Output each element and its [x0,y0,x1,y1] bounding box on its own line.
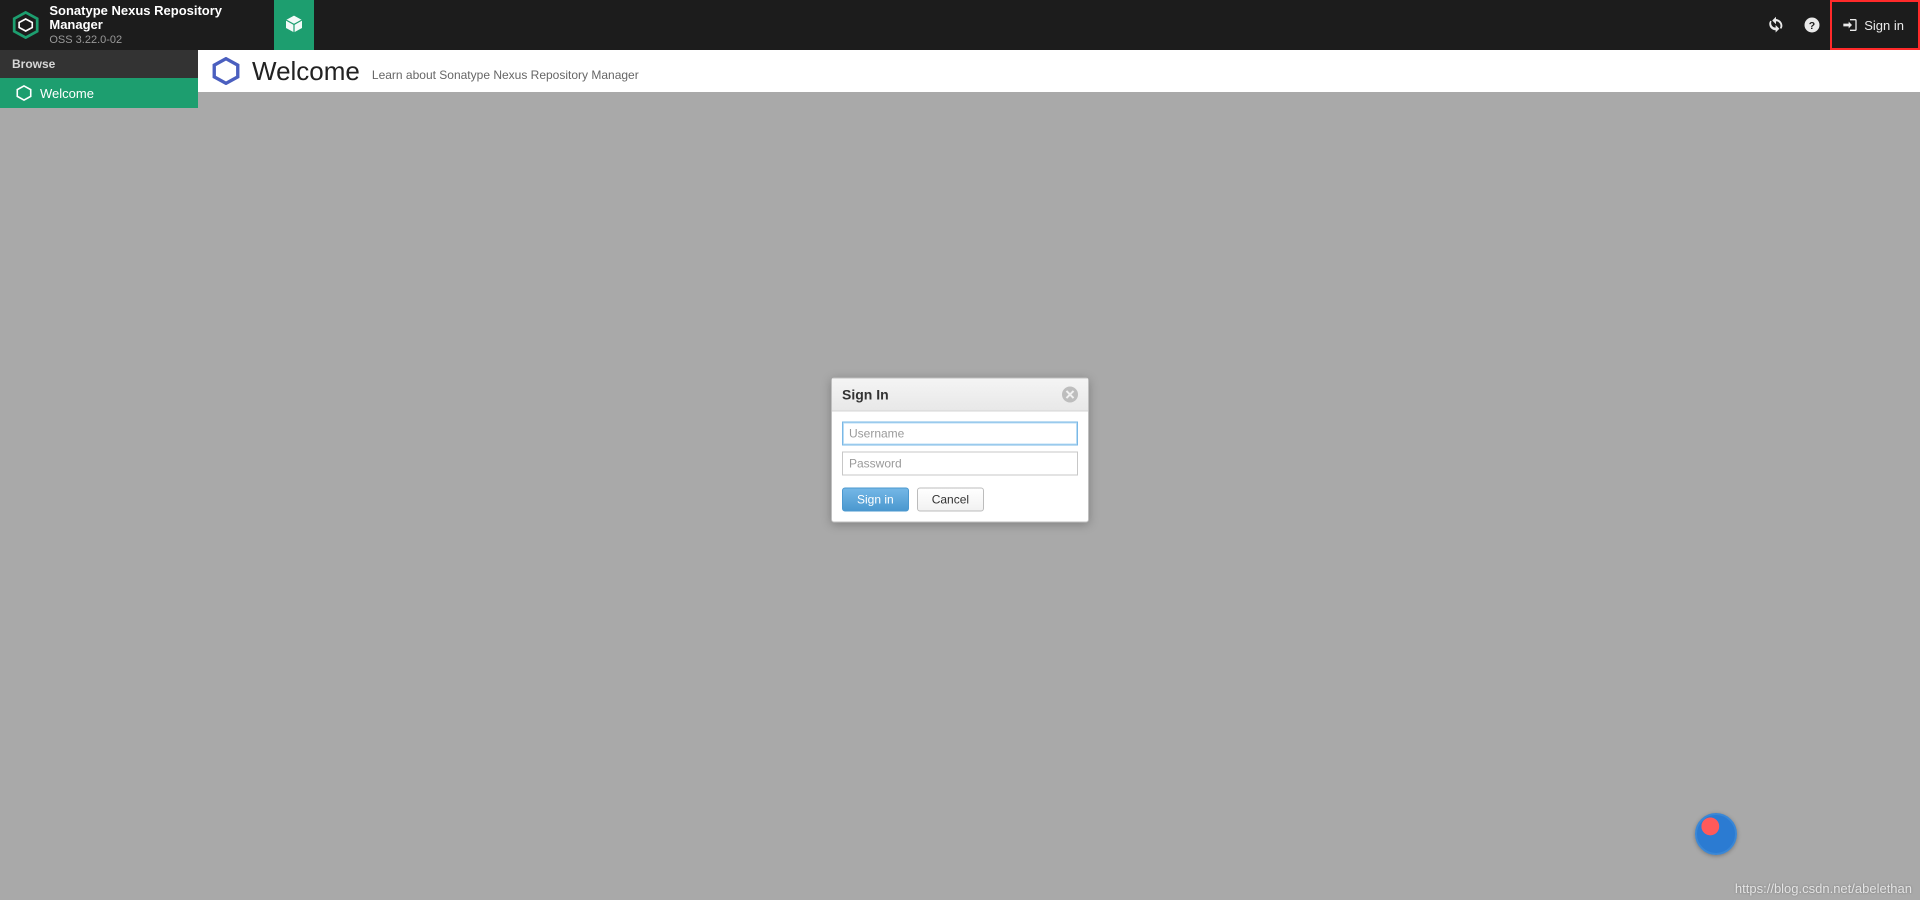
hexagon-icon [212,57,240,85]
help-button[interactable]: ? [1794,0,1830,50]
close-icon[interactable] [1062,387,1078,403]
avatar [1695,813,1737,855]
dialog-header[interactable]: Sign In [832,379,1088,412]
password-input[interactable] [842,452,1078,476]
dialog-title: Sign In [842,387,889,403]
brand: Sonatype Nexus Repository Manager OSS 3.… [0,0,274,50]
signin-button[interactable]: Sign in [1830,0,1920,50]
sidebar-item-label: Welcome [40,86,94,101]
sidebar-section-label: Browse [12,57,55,71]
signin-label: Sign in [1864,18,1904,33]
username-input[interactable] [842,422,1078,446]
topbar-right: ? Sign in [1758,0,1920,50]
dialog-body: Sign in Cancel [832,412,1088,522]
svg-text:?: ? [1809,20,1815,32]
welcome-strip: Welcome Learn about Sonatype Nexus Repos… [198,50,1920,92]
topbar-spacer [314,0,1758,50]
left-column: Browse Welcome [0,50,198,900]
refresh-button[interactable] [1758,0,1794,50]
sidebar-section-header: Browse [0,50,198,78]
hexagon-icon [16,85,32,101]
browse-mode-tab[interactable] [274,0,314,50]
signin-dialog: Sign In Sign in Cancel [831,378,1089,523]
app-version: OSS 3.22.0-02 [49,34,274,46]
app-title: Sonatype Nexus Repository Manager [49,4,274,33]
refresh-icon [1767,16,1785,34]
app-logo-icon [12,11,39,39]
dialog-cancel-button[interactable]: Cancel [917,488,984,512]
page-subtitle: Learn about Sonatype Nexus Repository Ma… [372,68,639,82]
dialog-signin-button[interactable]: Sign in [842,488,909,512]
top-bar: Sonatype Nexus Repository Manager OSS 3.… [0,0,1920,50]
brand-text: Sonatype Nexus Repository Manager OSS 3.… [49,4,274,47]
cube-icon [284,14,304,34]
dialog-button-row: Sign in Cancel [842,488,1078,512]
page-title: Welcome [252,56,360,87]
sidebar-item-welcome[interactable]: Welcome [0,78,198,108]
watermark-text: https://blog.csdn.net/abelethan [1735,881,1912,896]
signin-icon [1842,17,1858,33]
help-icon: ? [1803,16,1821,34]
